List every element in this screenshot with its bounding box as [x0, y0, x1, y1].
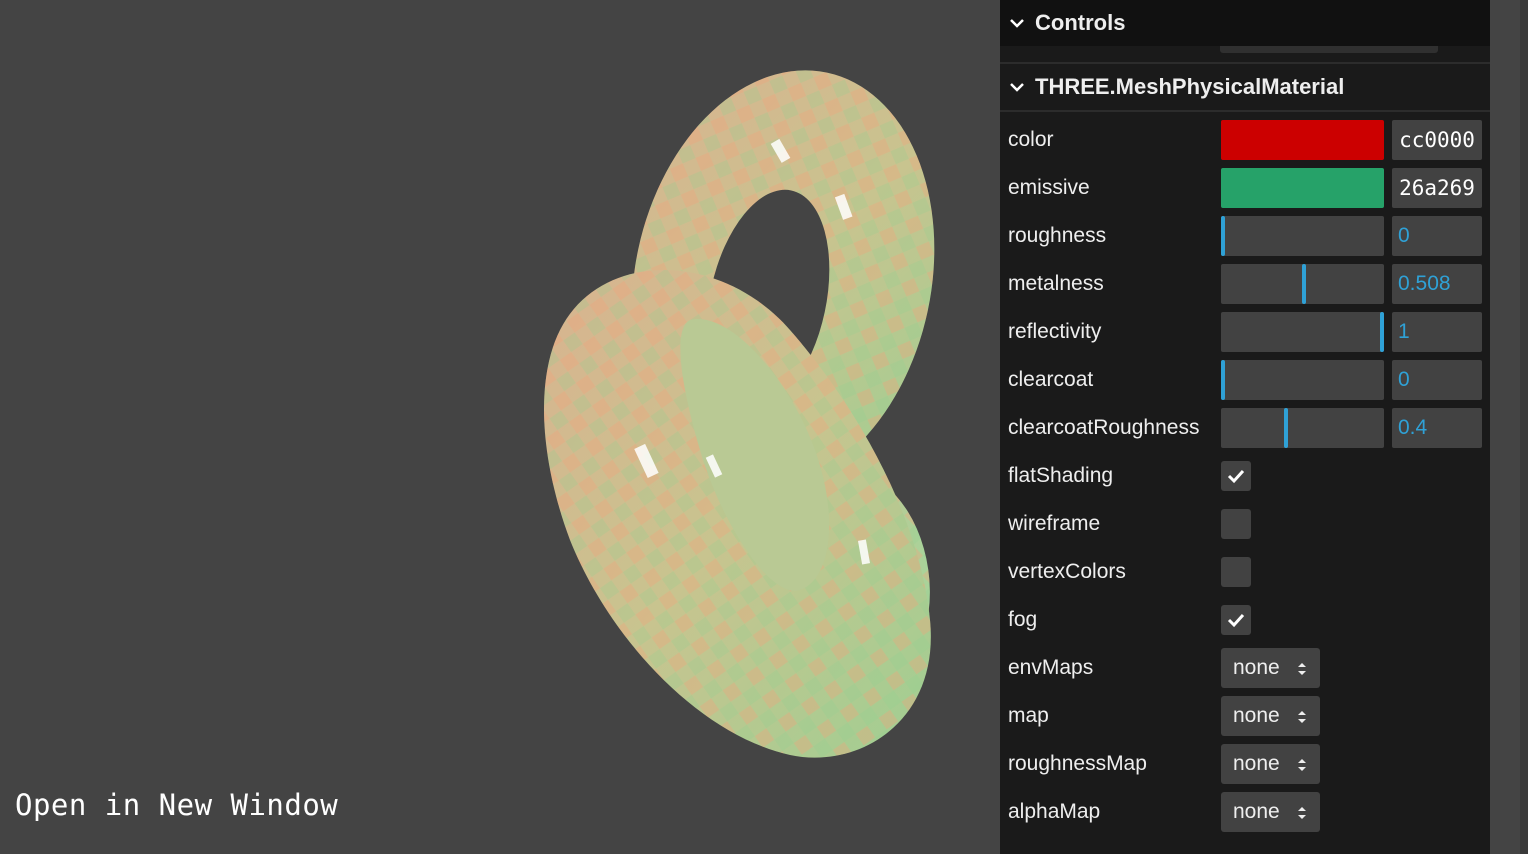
clearcoat-roughness-slider[interactable]	[1221, 408, 1384, 448]
flat-shading-checkbox[interactable]	[1221, 461, 1251, 491]
hidden-control-stub	[1220, 46, 1438, 53]
metalness-label: metalness	[1008, 272, 1104, 295]
clearcoat-input[interactable]: 0	[1392, 360, 1482, 400]
env-maps-row: envMaps none	[1000, 644, 1490, 692]
chevron-down-icon	[1010, 83, 1024, 92]
vertex-colors-checkbox[interactable]	[1221, 557, 1251, 587]
alpha-map-select[interactable]: none	[1221, 792, 1320, 832]
vertex-colors-row: vertexColors	[1000, 548, 1490, 596]
metalness-slider[interactable]	[1221, 264, 1384, 304]
clearcoat-label: clearcoat	[1008, 368, 1094, 391]
color-label: color	[1008, 128, 1054, 151]
wireframe-checkbox[interactable]	[1221, 509, 1251, 539]
slider-handle[interactable]	[1284, 408, 1289, 448]
3d-viewport[interactable]: Open in New Window	[0, 0, 1000, 854]
map-select[interactable]: none	[1221, 696, 1320, 736]
roughness-map-value: none	[1233, 752, 1280, 775]
emissive-swatch[interactable]	[1221, 168, 1384, 208]
clearcoat-row: clearcoat 0	[1000, 356, 1490, 404]
torus-knot-render	[543, 70, 935, 758]
wireframe-row: wireframe	[1000, 500, 1490, 548]
controls-panel: Controls THREE.MeshPhysicalMaterial colo…	[1000, 0, 1490, 854]
material-folder-header[interactable]: THREE.MeshPhysicalMaterial	[1000, 64, 1490, 110]
roughness-map-label: roughnessMap	[1008, 752, 1147, 775]
alpha-map-row: alphaMap none	[1000, 788, 1490, 836]
reflectivity-slider[interactable]	[1221, 312, 1384, 352]
divider	[1000, 110, 1490, 112]
fog-row: fog	[1000, 596, 1490, 644]
color-hex-input[interactable]: cc0000	[1392, 120, 1482, 160]
roughness-row: roughness 0	[1000, 212, 1490, 260]
vertex-colors-label: vertexColors	[1008, 560, 1126, 583]
flat-shading-label: flatShading	[1008, 464, 1114, 487]
checkmark-icon	[1227, 469, 1245, 484]
color-swatch[interactable]	[1221, 120, 1384, 160]
env-maps-label: envMaps	[1008, 656, 1094, 679]
emissive-row: emissive 26a269	[1000, 164, 1490, 212]
roughness-map-row: roughnessMap none	[1000, 740, 1490, 788]
metalness-row: metalness 0.508	[1000, 260, 1490, 308]
reflectivity-label: reflectivity	[1008, 320, 1102, 343]
select-arrows-icon	[1298, 759, 1306, 771]
open-in-new-window-link[interactable]: Open in New Window	[15, 788, 338, 822]
page-scrollbar-thumb[interactable]	[1520, 0, 1528, 854]
map-label: map	[1008, 704, 1049, 727]
material-title: THREE.MeshPhysicalMaterial	[1035, 74, 1345, 99]
checkmark-icon	[1227, 613, 1245, 628]
clearcoat-roughness-input[interactable]: 0.4	[1392, 408, 1482, 448]
emissive-hex-input[interactable]: 26a269	[1392, 168, 1482, 208]
controls-title: Controls	[1035, 10, 1126, 35]
select-arrows-icon	[1298, 663, 1306, 675]
alpha-map-label: alphaMap	[1008, 800, 1101, 823]
select-arrows-icon	[1298, 807, 1306, 819]
emissive-label: emissive	[1008, 176, 1090, 199]
clearcoat-roughness-row: clearcoatRoughness 0.4	[1000, 404, 1490, 452]
roughness-input[interactable]: 0	[1392, 216, 1482, 256]
flat-shading-row: flatShading	[1000, 452, 1490, 500]
slider-handle[interactable]	[1221, 360, 1225, 400]
map-value: none	[1233, 704, 1280, 727]
fog-checkbox[interactable]	[1221, 605, 1251, 635]
clearcoat-slider[interactable]	[1221, 360, 1384, 400]
select-arrows-icon	[1298, 711, 1306, 723]
map-row: map none	[1000, 692, 1490, 740]
color-row: color cc0000	[1000, 116, 1490, 164]
metalness-input[interactable]: 0.508	[1392, 264, 1482, 304]
reflectivity-row: reflectivity 1	[1000, 308, 1490, 356]
roughness-map-select[interactable]: none	[1221, 744, 1320, 784]
env-maps-select[interactable]: none	[1221, 648, 1320, 688]
controls-folder-header[interactable]: Controls	[1000, 0, 1490, 46]
fog-label: fog	[1008, 608, 1038, 631]
wireframe-label: wireframe	[1008, 512, 1101, 535]
chevron-down-icon	[1010, 19, 1024, 28]
clearcoat-roughness-label: clearcoatRoughness	[1008, 416, 1200, 439]
env-maps-value: none	[1233, 656, 1280, 679]
slider-handle[interactable]	[1301, 264, 1306, 304]
slider-handle[interactable]	[1221, 216, 1225, 256]
slider-handle[interactable]	[1380, 312, 1384, 352]
roughness-slider[interactable]	[1221, 216, 1384, 256]
roughness-label: roughness	[1008, 224, 1107, 247]
alpha-map-value: none	[1233, 800, 1280, 823]
reflectivity-input[interactable]: 1	[1392, 312, 1482, 352]
